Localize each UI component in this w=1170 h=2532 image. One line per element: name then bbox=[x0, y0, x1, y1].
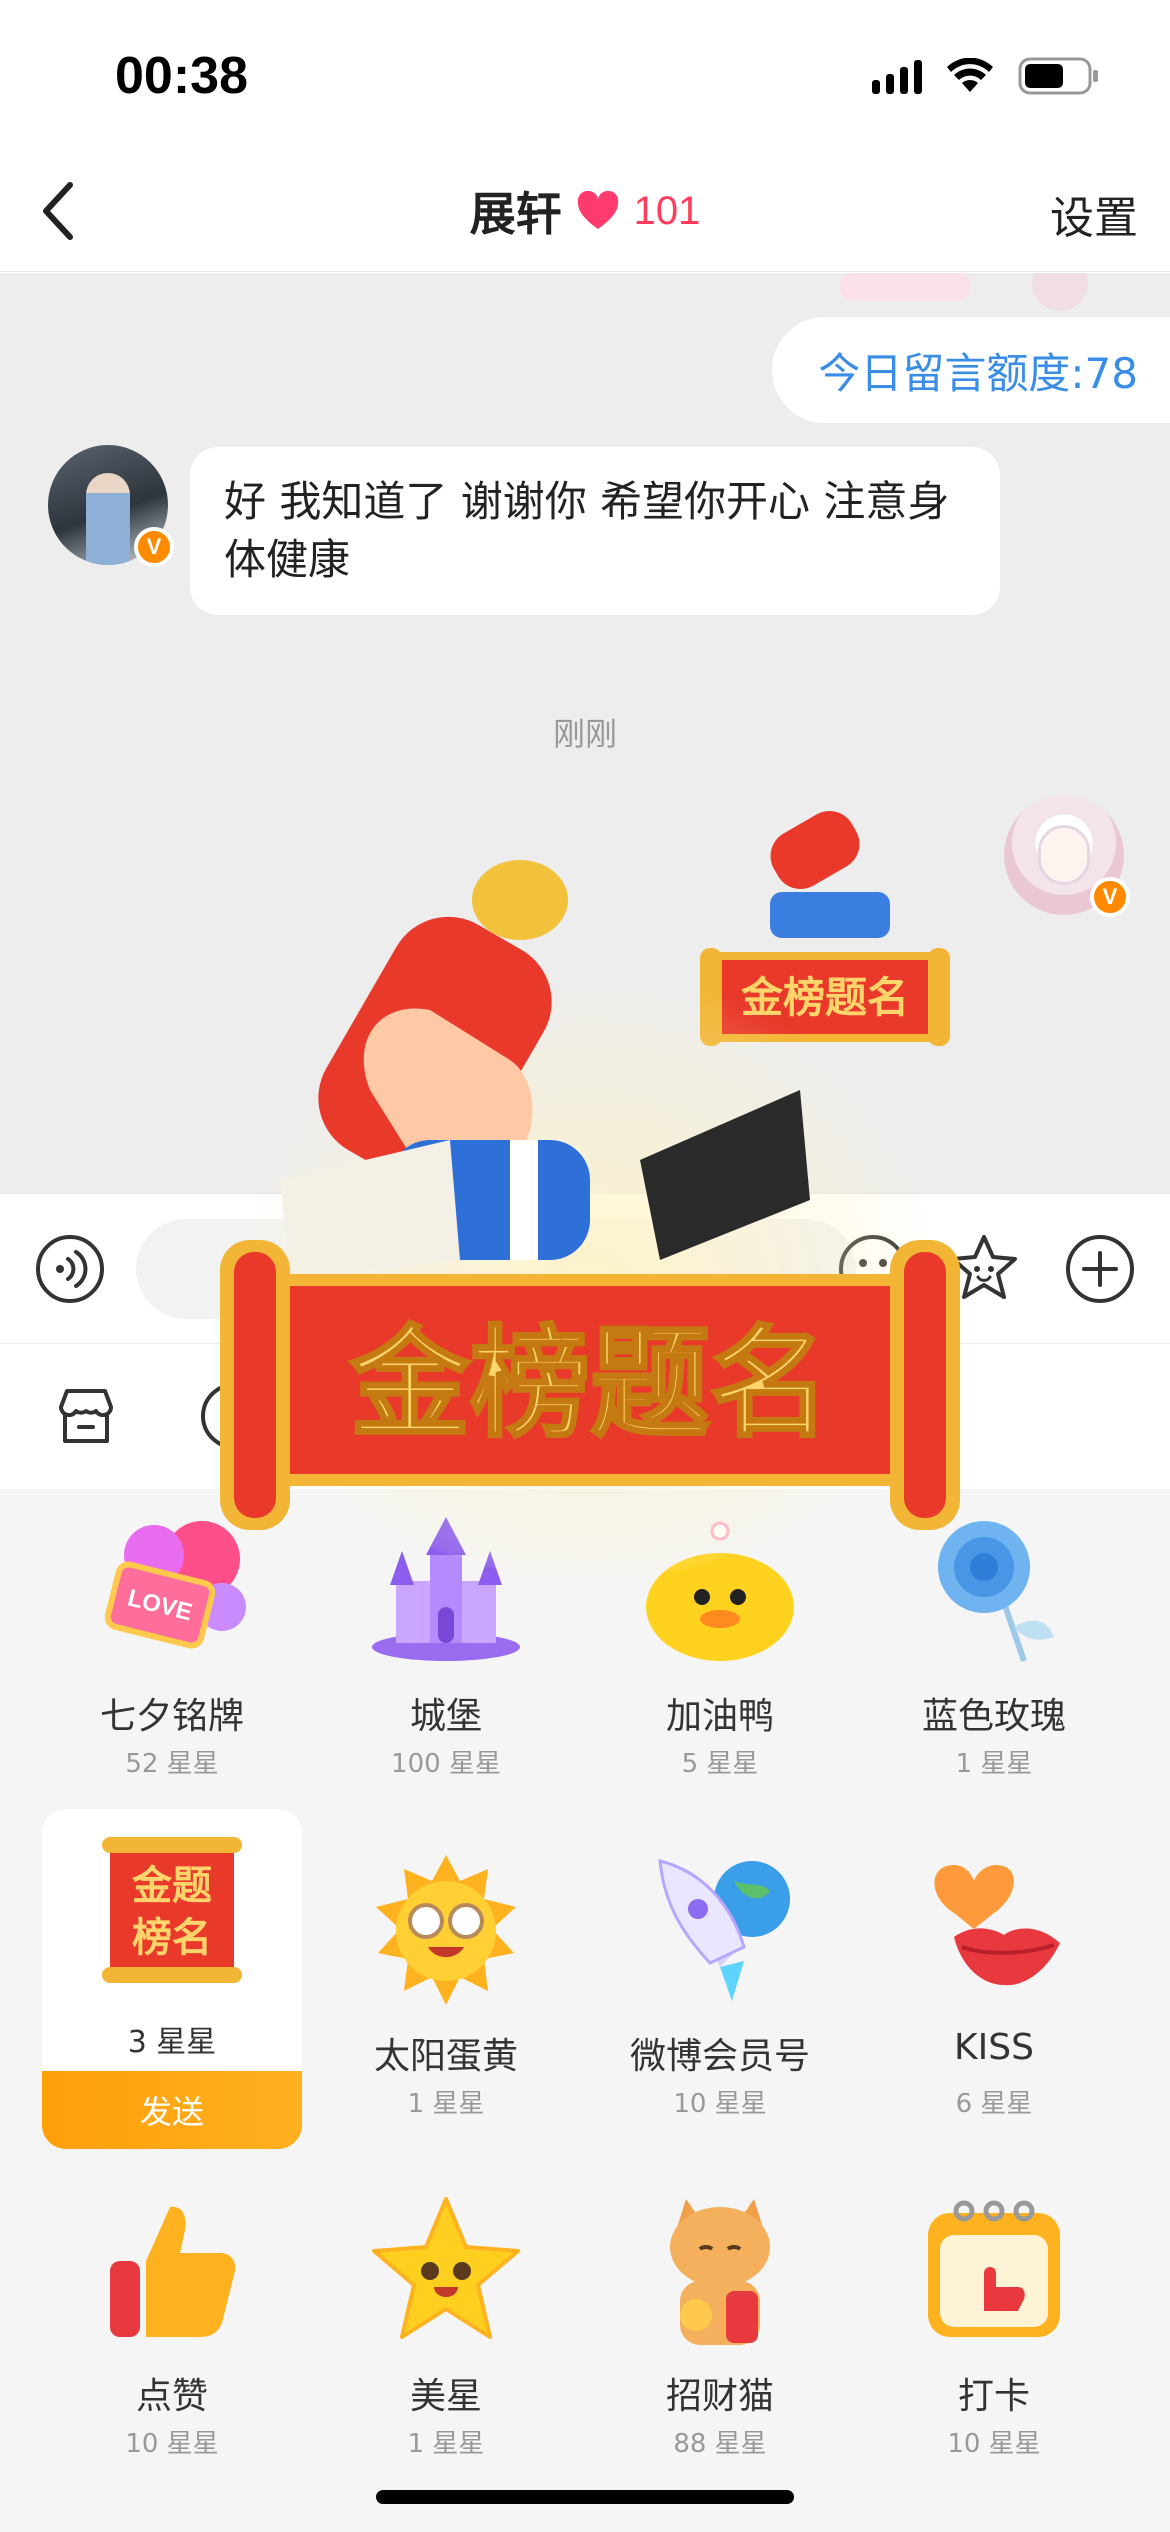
lucky-cat-icon bbox=[670, 2199, 770, 2345]
kiss-lips-icon bbox=[934, 1865, 1060, 1986]
home-indicator bbox=[376, 2490, 794, 2504]
gift-price: 1 星星 bbox=[407, 2089, 485, 2119]
gift-item-kiss[interactable]: KISS 6 星星 bbox=[864, 1829, 1124, 2169]
scroll-banner-icon: 金题 榜名 bbox=[102, 1837, 242, 1983]
gift-name: 城堡 bbox=[409, 1696, 482, 1737]
gift-name: 七夕铭牌 bbox=[99, 1696, 244, 1737]
gift-price: 5 星星 bbox=[681, 1749, 759, 1779]
gift-item-cheer-duck[interactable]: 加油鸭 5 星星 bbox=[590, 1489, 850, 1829]
verified-badge-icon: V bbox=[134, 527, 174, 567]
gift-panel: LOVE 七夕铭牌 52 星星 城堡 100 星星 加油鸭 5 星星 蓝色玫瑰 … bbox=[0, 1489, 1170, 2532]
send-gift-button[interactable]: 发送 bbox=[42, 2071, 302, 2149]
chat-area[interactable]: 今日留言额度:78 V 好 我知道了 谢谢你 希望你开心 注意身体健康 刚刚 V bbox=[0, 273, 1170, 1193]
message-bubble[interactable]: 好 我知道了 谢谢你 希望你开心 注意身体健康 bbox=[190, 447, 1000, 615]
gift-star-button[interactable] bbox=[946, 1231, 1022, 1307]
gift-item-jinbang-selected[interactable]: 金题 榜名 3 星星 发送 bbox=[42, 1809, 302, 2149]
thumbs-up-icon bbox=[110, 2206, 236, 2337]
nav-title-group: 展轩 101 bbox=[0, 178, 1170, 244]
gift-name: 太阳蛋黄 bbox=[373, 2036, 518, 2077]
battery-icon bbox=[1018, 57, 1100, 95]
gift-price: 1 星星 bbox=[955, 1749, 1033, 1779]
gift-item-like[interactable]: 点赞 10 星星 bbox=[42, 2169, 302, 2509]
avatar[interactable]: V bbox=[48, 445, 174, 567]
settings-button[interactable]: 设置 bbox=[1050, 182, 1138, 246]
voice-button[interactable] bbox=[32, 1231, 108, 1307]
jinbang-effect-small-icon: 金榜题名 bbox=[700, 811, 950, 1046]
gift-name: 微博会员号 bbox=[629, 2036, 810, 2077]
nav-bar: 展轩 101 设置 bbox=[0, 150, 1170, 272]
plus-circle-icon bbox=[1066, 1235, 1134, 1303]
message-input[interactable] bbox=[136, 1219, 856, 1319]
decoration-sticker-icon bbox=[840, 273, 1088, 311]
shop-icon bbox=[58, 1389, 114, 1443]
emoji-icon bbox=[839, 1235, 907, 1303]
intimacy-count: 101 bbox=[633, 188, 701, 233]
svg-text:金榜题名: 金榜题名 bbox=[740, 973, 909, 1022]
gift-item-blue-rose[interactable]: 蓝色玫瑰 1 星星 bbox=[864, 1489, 1124, 1829]
emoji-button[interactable] bbox=[835, 1231, 911, 1307]
panel-tabs bbox=[0, 1343, 1170, 1489]
gift-item-lucky-cat[interactable]: 招财猫 88 星星 bbox=[590, 2169, 850, 2509]
gift-price: 10 星星 bbox=[947, 2429, 1041, 2459]
verified-badge-icon: V bbox=[1090, 877, 1130, 917]
calendar-icon bbox=[928, 2200, 1060, 2337]
duck-icon bbox=[646, 1521, 794, 1661]
my-avatar[interactable]: V bbox=[1004, 795, 1130, 917]
gift-price: 88 星星 bbox=[673, 2429, 767, 2459]
svg-text:榜名: 榜名 bbox=[132, 1914, 212, 1961]
tab-gift-shop[interactable] bbox=[48, 1378, 124, 1454]
status-icons bbox=[872, 54, 1100, 98]
message-quota-bubble: 今日留言额度:78 bbox=[772, 317, 1170, 423]
status-bar: 00:38 bbox=[0, 0, 1170, 150]
gift-name: KISS bbox=[954, 2027, 1034, 2068]
tab-emoji[interactable] bbox=[196, 1378, 272, 1454]
gift-price: 10 星星 bbox=[673, 2089, 767, 2119]
incoming-message-row: V 好 我知道了 谢谢你 希望你开心 注意身体健康 bbox=[48, 445, 1000, 615]
gift-price: 1 星星 bbox=[407, 2429, 485, 2459]
gift-name: 蓝色玫瑰 bbox=[921, 1696, 1066, 1737]
gift-price: 6 星星 bbox=[955, 2089, 1033, 2119]
svg-text:金题: 金题 bbox=[131, 1862, 212, 1909]
star-icon bbox=[372, 2197, 520, 2339]
cellular-signal-icon bbox=[872, 58, 922, 94]
gift-name: 加油鸭 bbox=[665, 1696, 774, 1737]
gift-price: 10 星星 bbox=[125, 2429, 219, 2459]
gift-item-qixi-plaque[interactable]: LOVE 七夕铭牌 52 星星 bbox=[42, 1489, 302, 1829]
gift-item-castle[interactable]: 城堡 100 星星 bbox=[316, 1489, 576, 1829]
voice-icon bbox=[36, 1235, 104, 1303]
gift-item-sun-yolk[interactable]: 太阳蛋黄 1 星星 bbox=[316, 1829, 576, 2169]
sun-face-icon bbox=[376, 1855, 516, 2005]
gift-item-checkin[interactable]: 打卡 10 星星 bbox=[864, 2169, 1124, 2509]
love-plaque-icon: LOVE bbox=[104, 1521, 246, 1649]
smile-icon bbox=[201, 1383, 267, 1449]
input-bar bbox=[0, 1193, 1170, 1343]
rocket-icon bbox=[658, 1859, 790, 2001]
gift-item-weibo-vip[interactable]: 微博会员号 10 星星 bbox=[590, 1829, 850, 2169]
gift-name: 招财猫 bbox=[665, 2376, 774, 2417]
gift-name: 点赞 bbox=[135, 2376, 208, 2417]
page-title: 展轩 bbox=[469, 187, 562, 241]
castle-icon bbox=[372, 1517, 520, 1661]
gift-name: 打卡 bbox=[957, 2376, 1030, 2417]
more-button[interactable] bbox=[1062, 1231, 1138, 1307]
gift-price: 3 星星 bbox=[127, 2025, 217, 2060]
gift-price: 52 星星 bbox=[125, 1749, 219, 1779]
blue-rose-icon bbox=[938, 1521, 1054, 1662]
status-time: 00:38 bbox=[115, 47, 248, 105]
heart-icon bbox=[576, 191, 620, 231]
gift-name: 美星 bbox=[409, 2376, 482, 2417]
wifi-icon bbox=[946, 58, 994, 94]
message-timestamp: 刚刚 bbox=[552, 715, 617, 753]
gift-price: 100 星星 bbox=[391, 1749, 501, 1779]
star-face-icon bbox=[951, 1235, 1017, 1299]
gift-item-pretty-star[interactable]: 美星 1 星星 bbox=[316, 2169, 576, 2509]
